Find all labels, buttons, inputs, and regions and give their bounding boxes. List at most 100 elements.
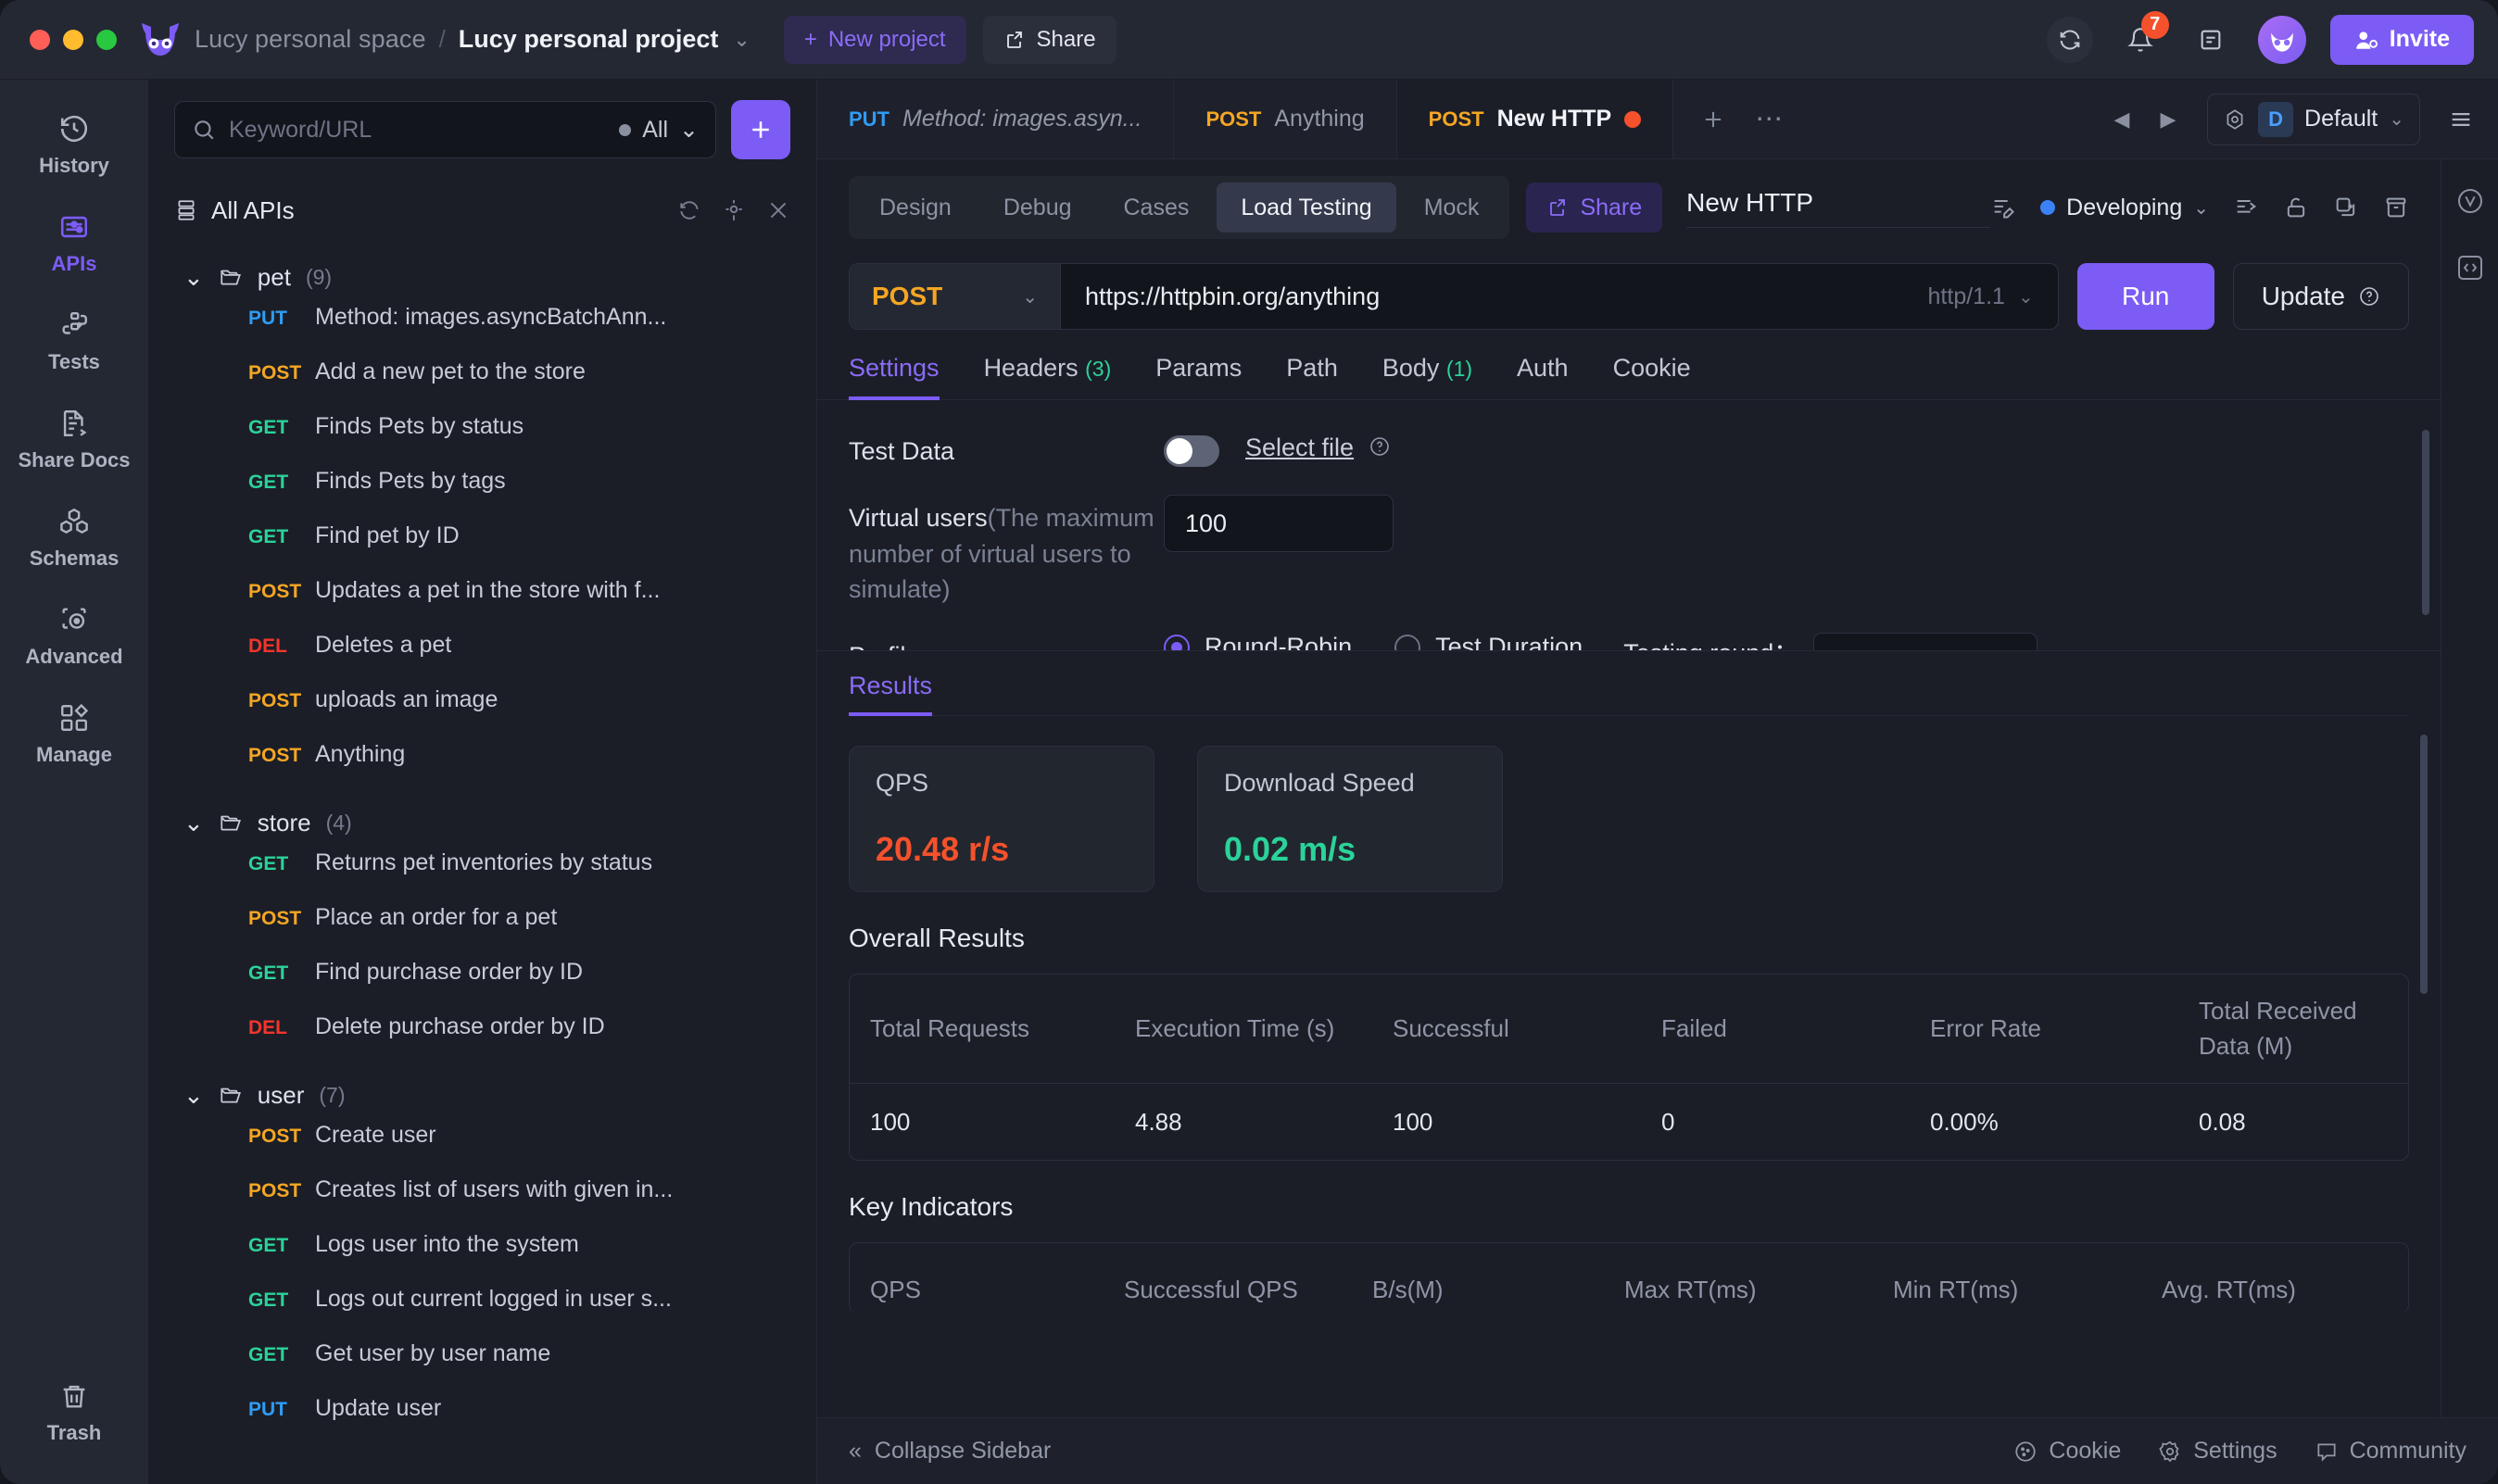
select-file-link[interactable]: Select file — [1245, 428, 1354, 462]
version-icon[interactable] — [2449, 180, 2492, 222]
folder-store[interactable]: ⌄ store (4) — [148, 796, 816, 849]
add-tab-icon[interactable] — [1690, 96, 1736, 143]
tab-debug[interactable]: Debug — [979, 182, 1096, 233]
settings-scrollbar[interactable] — [2422, 430, 2429, 615]
sidebar-item-advanced[interactable]: Advanced — [9, 591, 139, 678]
tab-prev-icon[interactable]: ◀ — [2101, 99, 2142, 140]
list-item[interactable]: GET Returns pet inventories by status — [148, 849, 816, 904]
tab-design[interactable]: Design — [855, 182, 976, 233]
code-icon[interactable] — [2449, 246, 2492, 289]
close-window-button[interactable] — [30, 29, 50, 50]
sidebar-item-trash[interactable]: Trash — [9, 1367, 139, 1454]
tab-load-testing[interactable]: Load Testing — [1217, 182, 1396, 233]
menu-icon[interactable] — [2439, 97, 2483, 142]
list-item[interactable]: DEL Deletes a pet — [148, 632, 816, 686]
method-select[interactable]: POST ⌄ — [850, 264, 1061, 329]
tab-results[interactable]: Results — [849, 672, 933, 716]
list-item[interactable]: GET Find pet by ID — [148, 522, 816, 577]
list-item[interactable]: POST Add a new pet to the store — [148, 358, 816, 413]
status-badge[interactable]: Developing ⌄ — [2040, 195, 2209, 221]
tab-body[interactable]: Body (1) — [1360, 354, 1495, 399]
document-tab-active[interactable]: POST New HTTP — [1396, 80, 1674, 158]
list-item[interactable]: PUT Update user — [148, 1395, 816, 1450]
user-avatar[interactable] — [2257, 15, 2306, 64]
duplicate-icon[interactable] — [2333, 195, 2359, 220]
tab-next-icon[interactable]: ▶ — [2148, 99, 2189, 140]
collapse-sidebar-button[interactable]: « Collapse Sidebar — [849, 1438, 1051, 1465]
list-item[interactable]: GET Finds Pets by tags — [148, 468, 816, 522]
list-item[interactable]: POST Creates list of users with given in.… — [148, 1176, 816, 1231]
folder-pet[interactable]: ⌄ pet (9) — [148, 250, 816, 304]
settings-button[interactable]: Settings — [2158, 1438, 2277, 1465]
edit-doc-icon[interactable] — [1990, 195, 2016, 220]
refresh-icon[interactable] — [677, 198, 701, 222]
minimize-window-button[interactable] — [63, 29, 83, 50]
virtual-users-input[interactable]: 100 — [1164, 495, 1394, 553]
request-name-input[interactable]: New HTTP — [1686, 188, 1991, 228]
http-version-select[interactable]: http/1.1 ⌄ — [1928, 283, 2058, 310]
tab-params[interactable]: Params — [1133, 354, 1264, 399]
list-item[interactable]: GET Logs out current logged in user s... — [148, 1286, 816, 1340]
locate-icon[interactable] — [722, 198, 746, 222]
tab-mock[interactable]: Mock — [1400, 182, 1504, 233]
folder-user[interactable]: ⌄ user (7) — [148, 1068, 816, 1122]
list-item[interactable]: POST uploads an image — [148, 686, 816, 741]
method-filter-dropdown[interactable]: All ⌄ — [619, 116, 699, 144]
radio-test-duration[interactable]: Test Duration — [1394, 633, 1583, 650]
list-item[interactable]: GET Find purchase order by ID — [148, 959, 816, 1013]
help-icon[interactable] — [1369, 428, 1391, 458]
update-button[interactable]: Update — [2232, 263, 2409, 330]
list-item[interactable]: POST Create user — [148, 1122, 816, 1176]
list-item[interactable]: POST Updates a pet in the store with f... — [148, 577, 816, 632]
tab-cases[interactable]: Cases — [1100, 182, 1214, 233]
close-icon[interactable] — [766, 198, 790, 222]
list-item[interactable]: GET Logs user into the system — [148, 1231, 816, 1286]
search-input[interactable]: Keyword/URL All ⌄ — [174, 101, 716, 158]
breadcrumb-space[interactable]: Lucy personal space — [195, 25, 426, 54]
list-item[interactable]: DEL Delete purchase order by ID — [148, 1013, 816, 1068]
lock-icon[interactable] — [2283, 195, 2309, 220]
invite-button[interactable]: Invite — [2329, 14, 2474, 65]
sidebar-item-tests[interactable]: Tests — [9, 296, 139, 384]
maximize-window-button[interactable] — [96, 29, 117, 50]
sidebar-item-manage[interactable]: Manage — [9, 689, 139, 776]
docs-icon[interactable] — [2188, 17, 2234, 63]
share-button[interactable]: Share — [982, 15, 1117, 64]
environment-selector[interactable]: D Default ⌄ — [2207, 93, 2420, 145]
tab-settings[interactable]: Settings — [849, 354, 962, 400]
document-tab[interactable]: POST Anything — [1174, 80, 1397, 158]
radio-round-robin[interactable]: Round-Robin — [1164, 633, 1352, 650]
sidebar-item-history[interactable]: History — [9, 100, 139, 187]
testing-round-input[interactable]: 1 — [1813, 633, 2038, 650]
notification-badge: 7 — [2140, 10, 2169, 39]
chevron-down-icon[interactable]: ⌄ — [733, 28, 750, 52]
list-item[interactable]: GET Get user by user name — [148, 1340, 816, 1395]
tab-headers[interactable]: Headers (3) — [962, 354, 1134, 399]
community-button[interactable]: Community — [2315, 1438, 2466, 1465]
list-item[interactable]: PUT Method: images.asyncBatchAnn... — [148, 304, 816, 358]
run-button[interactable]: Run — [2076, 263, 2214, 330]
tab-path[interactable]: Path — [1264, 354, 1360, 399]
list-item[interactable]: POST Anything — [148, 741, 816, 796]
sync-icon[interactable] — [2046, 16, 2093, 63]
list-item[interactable]: POST Place an order for a pet — [148, 904, 816, 959]
import-icon[interactable] — [2233, 195, 2259, 220]
list-item[interactable]: GET Finds Pets by status — [148, 413, 816, 468]
test-data-toggle[interactable] — [1164, 435, 1219, 467]
document-tab[interactable]: PUT Method: images.asyn... — [817, 80, 1175, 158]
sidebar-item-share-docs[interactable]: Share Docs — [9, 395, 139, 482]
tab-cookie[interactable]: Cookie — [1591, 354, 1713, 399]
results-scrollbar[interactable] — [2420, 735, 2428, 994]
breadcrumb-project[interactable]: Lucy personal project — [459, 25, 719, 54]
tab-auth[interactable]: Auth — [1495, 354, 1591, 399]
url-input[interactable]: https://httpbin.org/anything — [1061, 283, 1928, 311]
sidebar-item-apis[interactable]: APIs — [9, 198, 139, 285]
add-api-button[interactable] — [731, 100, 790, 159]
share-request-button[interactable]: Share — [1526, 182, 1663, 233]
sidebar-item-schemas[interactable]: Schemas — [9, 493, 139, 580]
notifications-icon[interactable]: 7 — [2117, 10, 2169, 63]
archive-icon[interactable] — [2383, 195, 2409, 220]
new-project-button[interactable]: + New project — [783, 15, 966, 64]
ellipsis-icon[interactable]: ⋯ — [1746, 96, 1792, 143]
cookie-button[interactable]: Cookie — [2013, 1438, 2121, 1465]
